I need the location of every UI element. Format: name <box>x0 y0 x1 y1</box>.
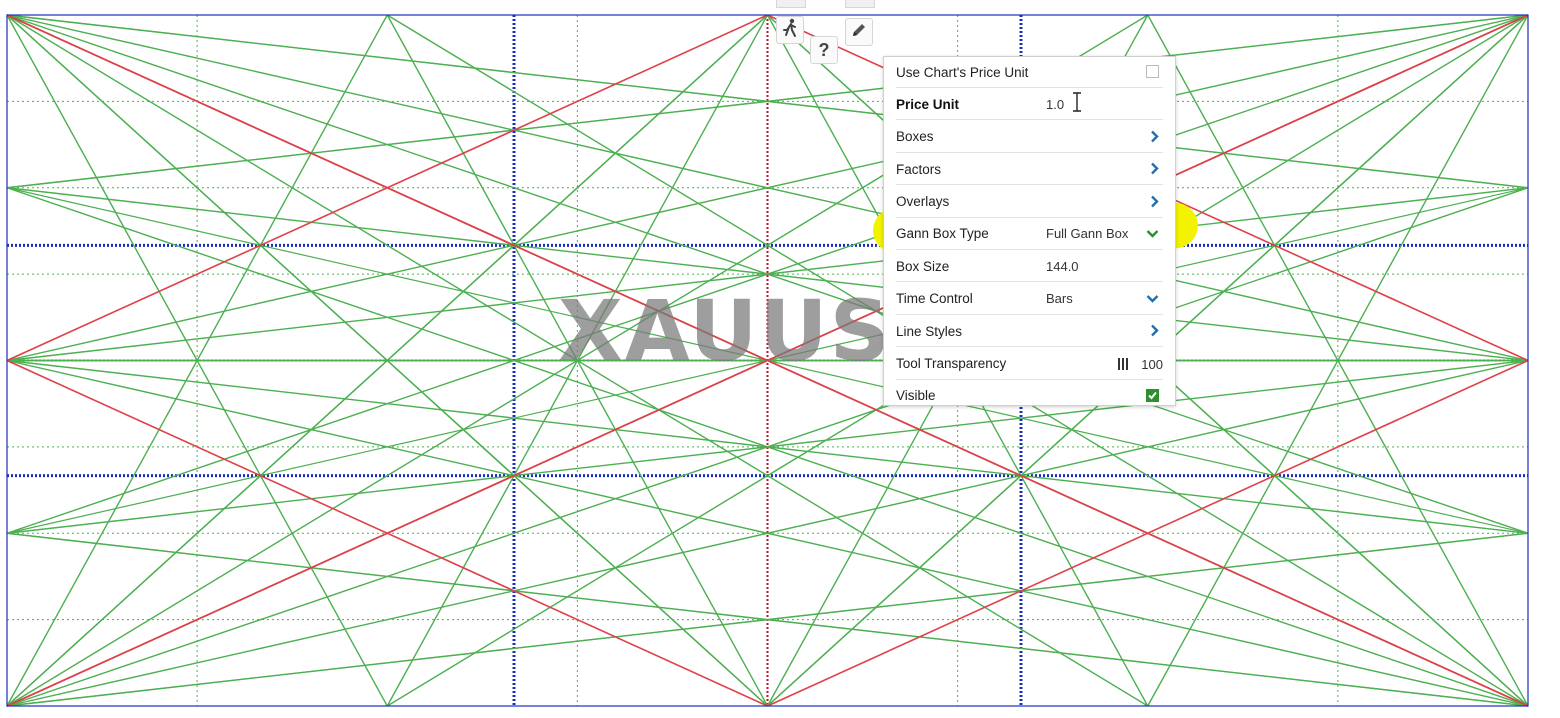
chevron-right-icon[interactable] <box>1150 324 1159 337</box>
row-time-control[interactable]: Time Control Bars <box>896 284 1163 315</box>
chart-stage[interactable]: XAUUS ? Use Chart's Price Unit Price Uni… <box>0 0 1560 718</box>
box-size-input[interactable]: 144.0 <box>1046 259 1163 274</box>
pencil-icon <box>850 21 868 44</box>
toolbar-clipped-button-2[interactable] <box>845 0 875 8</box>
row-line-styles[interactable]: Line Styles <box>896 316 1163 348</box>
row-label: Tool Transparency <box>896 356 1007 372</box>
row-label: Use Chart's Price Unit <box>896 64 1029 80</box>
price-unit-input[interactable]: 1.0 <box>1046 97 1163 112</box>
row-label: Time Control <box>896 291 973 307</box>
row-tool-transparency[interactable]: Tool Transparency 100 <box>896 349 1163 380</box>
toolbar-clipped-button[interactable] <box>776 0 806 8</box>
chevron-down-icon[interactable] <box>1146 229 1159 238</box>
row-label: Gann Box Type <box>896 226 989 242</box>
chevron-right-icon[interactable] <box>1150 195 1159 208</box>
edit-tool-button[interactable] <box>845 18 873 46</box>
chevron-right-icon[interactable] <box>1150 130 1159 143</box>
row-gann-box-type[interactable]: Gann Box Type Full Gann Box <box>896 219 1163 250</box>
chevron-down-icon[interactable] <box>1146 294 1159 303</box>
row-label: Price Unit <box>896 96 960 112</box>
help-label: ? <box>818 39 830 60</box>
gann-box-settings-panel: Use Chart's Price Unit Price Unit 1.0 Bo… <box>883 56 1176 406</box>
visible-checkbox[interactable] <box>1146 388 1159 402</box>
row-label: Box Size <box>896 258 950 274</box>
run-tool-button[interactable] <box>776 16 804 44</box>
person-running-icon <box>781 18 799 43</box>
help-button[interactable]: ? <box>810 36 838 64</box>
row-factors[interactable]: Factors <box>896 154 1163 186</box>
row-label: Line Styles <box>896 323 963 339</box>
row-label: Boxes <box>896 129 934 145</box>
chevron-right-icon[interactable] <box>1150 162 1159 175</box>
row-use-chart-price-unit[interactable]: Use Chart's Price Unit <box>896 57 1163 88</box>
gann-box-drawing[interactable] <box>0 0 1560 718</box>
row-price-unit[interactable]: Price Unit 1.0 <box>896 89 1163 121</box>
row-boxes[interactable]: Boxes <box>896 122 1163 153</box>
row-box-size[interactable]: Box Size 144.0 <box>896 251 1163 283</box>
row-label: Overlays <box>896 194 950 210</box>
use-chart-price-unit-checkbox[interactable] <box>1146 65 1159 78</box>
row-label: Visible <box>896 388 936 404</box>
tool-transparency-value[interactable]: 100 <box>1141 357 1163 372</box>
text-cursor-icon <box>1072 92 1082 117</box>
row-overlays[interactable]: Overlays <box>896 187 1163 218</box>
slider-grip-icon[interactable] <box>1118 357 1128 373</box>
row-label: Factors <box>896 161 942 177</box>
row-visible[interactable]: Visible <box>896 381 1163 411</box>
